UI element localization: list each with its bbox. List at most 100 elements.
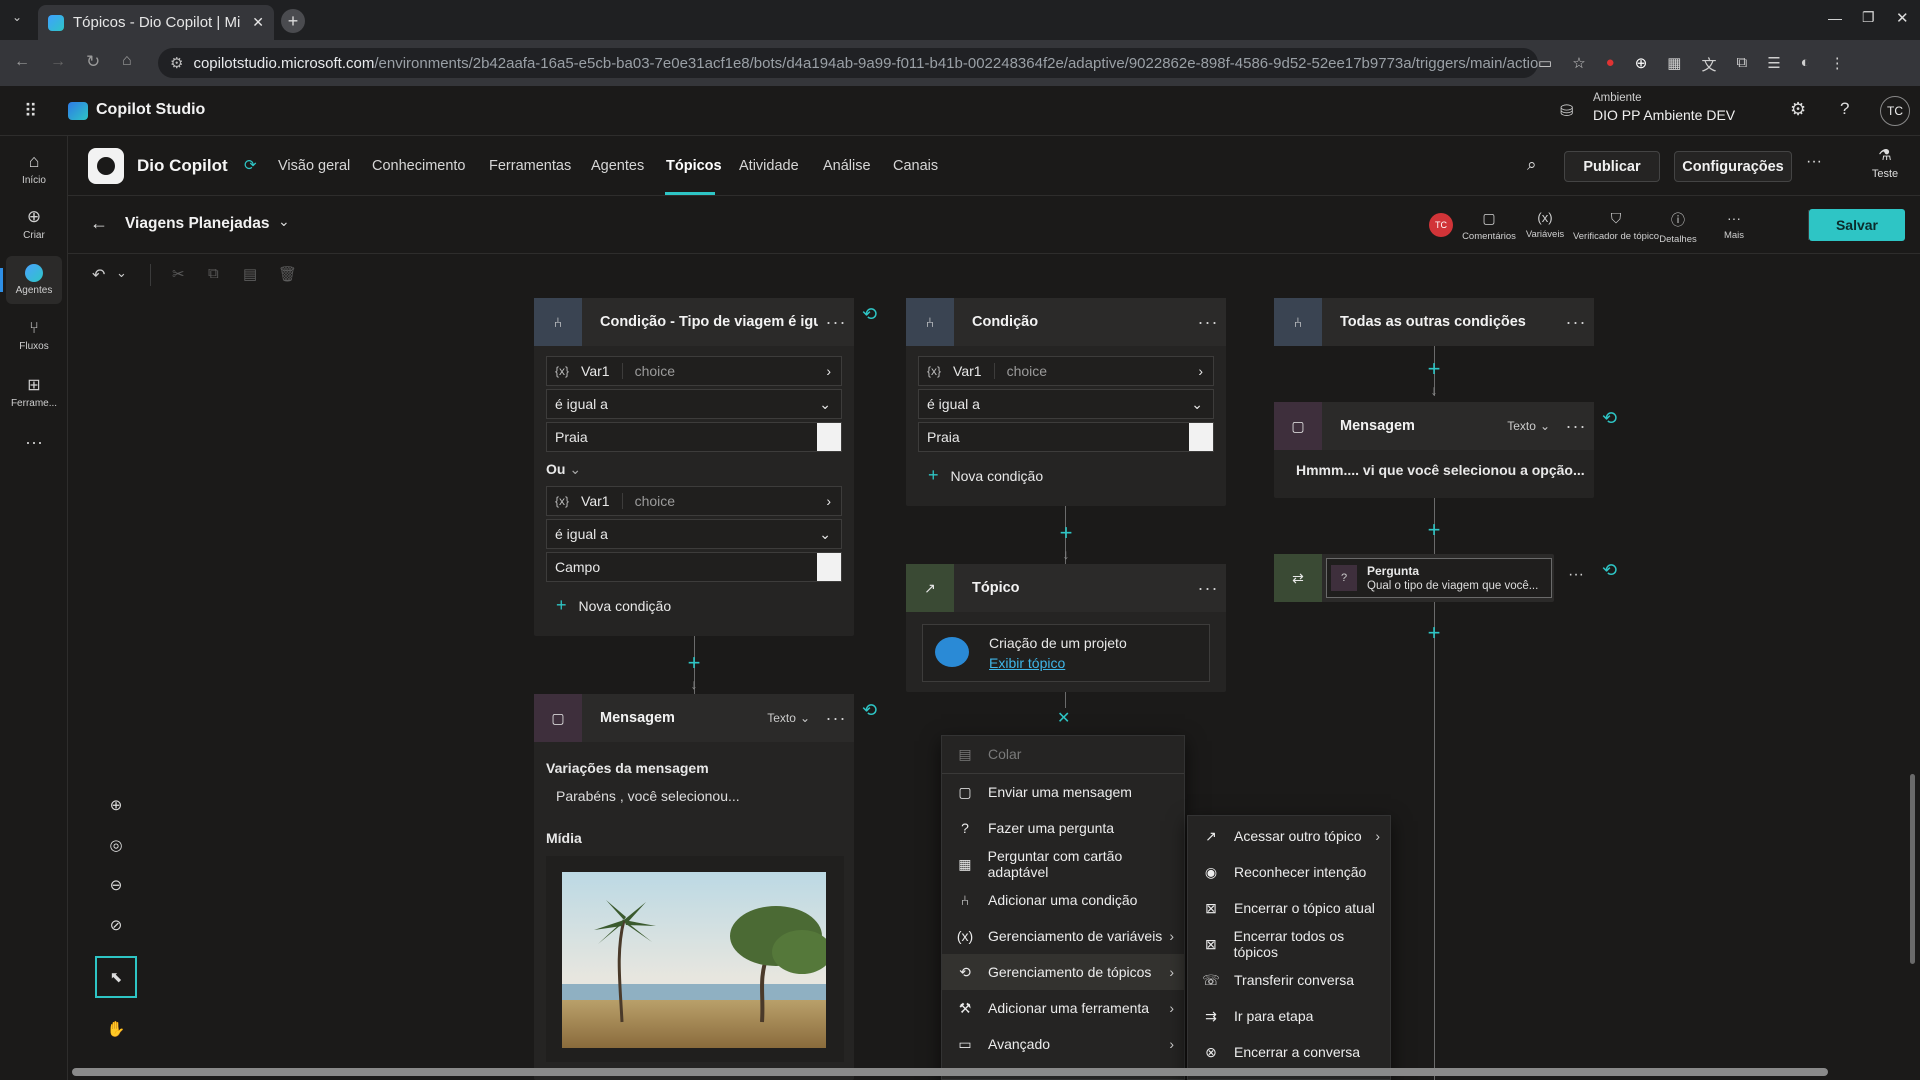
profile-icon[interactable]: ◐ <box>1801 54 1810 75</box>
topic-redirect-node[interactable]: ↗ Tópico ··· Criação de um projeto Exibi… <box>906 564 1226 692</box>
comments-button[interactable]: ▢ Comentários <box>1457 210 1521 242</box>
nav-canais[interactable]: Canais <box>893 136 938 196</box>
new-condition-button[interactable]: + Nova condição <box>556 595 671 616</box>
topic-name[interactable]: Viagens Planejadas <box>125 215 269 233</box>
zoom-in-icon[interactable]: ⊕ <box>110 796 123 814</box>
node-menu-icon[interactable]: ··· <box>1568 566 1584 584</box>
settings-button[interactable]: Configurações <box>1674 151 1792 182</box>
value-picker-button[interactable] <box>1189 423 1213 451</box>
chevron-down-icon[interactable]: ⌄ <box>800 711 818 725</box>
nav-conhecimento[interactable]: Conhecimento <box>372 136 466 196</box>
chevron-down-icon[interactable]: ⌄ <box>1540 419 1558 433</box>
more-button[interactable]: ··· Mais <box>1702 210 1766 241</box>
history-icon[interactable]: ⟲ <box>862 304 877 325</box>
media-card[interactable] <box>546 856 844 1062</box>
node-menu-icon[interactable]: ··· <box>818 708 854 729</box>
help-icon[interactable]: ? <box>1840 99 1849 119</box>
view-topic-link[interactable]: Exibir tópico <box>989 655 1065 671</box>
submenu-item-end-all-topics[interactable]: ⊠ Encerrar todos os tópicos <box>1188 926 1390 962</box>
zoom-out-icon[interactable]: ⊖ <box>110 876 123 894</box>
node-menu-icon[interactable]: ··· <box>1558 416 1594 437</box>
close-window-icon[interactable]: ✕ <box>1896 9 1909 27</box>
menu-item-ask-question[interactable]: ? Fazer uma pergunta <box>942 810 1184 846</box>
extension-green-icon[interactable]: ⊕ <box>1635 54 1648 75</box>
menu-item-add-condition[interactable]: ⑃ Adicionar uma condição <box>942 882 1184 918</box>
extension-gray-icon[interactable]: ▦ <box>1667 54 1681 75</box>
browser-menu-icon[interactable]: ⋮ <box>1830 54 1845 75</box>
submenu-item-end-conversation[interactable]: ⊗ Encerrar a conversa <box>1188 1034 1390 1070</box>
restore-icon[interactable]: ❐ <box>1862 9 1875 26</box>
rail-item-agentes[interactable]: Agentes <box>6 256 62 304</box>
reading-list-icon[interactable]: ☰ <box>1767 54 1780 75</box>
node-menu-icon[interactable]: ··· <box>818 312 854 333</box>
menu-item-add-tool[interactable]: ⚒ Adicionar uma ferramenta › <box>942 990 1184 1026</box>
submenu-item-end-current-topic[interactable]: ⊠ Encerrar o tópico atual <box>1188 890 1390 926</box>
variable-field-2[interactable]: {x} Var1 choice › <box>546 486 842 516</box>
extension-red-icon[interactable]: ● <box>1606 54 1615 75</box>
history-icon[interactable]: ⟲ <box>1602 560 1617 581</box>
submenu-item-recognize-intent[interactable]: ◉ Reconhecer intenção <box>1188 854 1390 890</box>
history-icon[interactable]: ⟲ <box>1602 408 1617 429</box>
nav-topicos[interactable]: Tópicos <box>666 136 722 196</box>
copy-icon[interactable]: ⧉ <box>208 265 219 282</box>
back-icon[interactable]: ← <box>14 53 30 71</box>
back-arrow-icon[interactable]: ← <box>90 213 108 234</box>
message-node-1[interactable]: ▢ Mensagem Texto ⌄ ··· Variações da mens… <box>534 694 854 1080</box>
vertical-scrollbar[interactable] <box>1910 774 1915 964</box>
add-node-plus-icon[interactable]: + <box>1423 519 1445 541</box>
condition-node-2[interactable]: ⑃ Condição ··· {x} Var1 choice › é igual… <box>906 298 1226 506</box>
message-variation[interactable]: Parabéns , você selecionou... <box>556 788 740 804</box>
rail-item-fluxos[interactable]: ⑂ Fluxos <box>6 312 62 360</box>
paste-icon[interactable]: ▤ <box>243 265 257 283</box>
value-picker-button[interactable] <box>817 553 841 581</box>
rail-item-ferramentas[interactable]: ⊞ Ferrame... <box>6 368 62 416</box>
nav-atividade[interactable]: Atividade <box>739 136 799 196</box>
node-menu-icon[interactable]: ··· <box>1190 578 1226 599</box>
history-icon[interactable]: ⟲ <box>862 700 877 721</box>
bookmark-star-icon[interactable]: ☆ <box>1572 54 1585 75</box>
menu-item-topic-management[interactable]: ⟲ Gerenciamento de tópicos › <box>942 954 1184 990</box>
submenu-item-go-to-step[interactable]: ⇉ Ir para etapa <box>1188 998 1390 1034</box>
condition-node-1[interactable]: ⑃ Condição - Tipo de viagem é igu... ···… <box>534 298 854 636</box>
screenshot-icon[interactable]: ▭ <box>1538 54 1552 75</box>
test-button[interactable]: ⚗ Teste <box>1860 146 1910 180</box>
undo-icon[interactable]: ↶ <box>92 265 105 285</box>
nav-analise[interactable]: Análise <box>823 136 871 196</box>
rail-item-criar[interactable]: ⊕ Criar <box>6 200 62 248</box>
variable-field[interactable]: {x} Var1 choice › <box>546 356 842 386</box>
variable-field[interactable]: {x} Var1 choice › <box>918 356 1214 386</box>
new-tab-icon[interactable]: + <box>281 9 305 33</box>
extension-translate-icon[interactable]: 文 <box>1701 54 1716 75</box>
authoring-canvas[interactable]: ⊕ ◎ ⊖ ⊘ ⬉ ✋ ⑃ Condição - Tipo de viagem … <box>68 298 1920 1080</box>
submenu-item-go-to-topic[interactable]: ↗ Acessar outro tópico › <box>1188 818 1390 854</box>
recenter-icon[interactable]: ◎ <box>109 836 122 854</box>
details-button[interactable]: ⓘ Detalhes <box>1646 210 1710 245</box>
address-bar[interactable]: ⚙ copilotstudio.microsoft.com/environmen… <box>158 48 1538 78</box>
forward-icon[interactable]: → <box>50 53 66 71</box>
menu-item-paste[interactable]: ▤ Colar <box>942 736 1184 772</box>
topic-checker-button[interactable]: ⛉ Verificador de tópico <box>1573 210 1659 242</box>
value-input[interactable]: Praia <box>546 422 842 452</box>
save-button[interactable]: Salvar <box>1809 209 1905 241</box>
delete-icon[interactable]: 🗑 <box>278 265 297 283</box>
search-icon[interactable]: ⌕ <box>1527 155 1537 175</box>
message-text[interactable]: Hmmm.... vi que você selecionou a opção.… <box>1296 462 1585 478</box>
value-input[interactable]: Praia <box>918 422 1214 452</box>
rail-more-button[interactable]: ··· <box>6 418 62 466</box>
horizontal-scrollbar[interactable] <box>72 1068 1828 1076</box>
value-input-2[interactable]: Campo <box>546 552 842 582</box>
tab-search-icon[interactable]: ⌄ <box>12 10 22 24</box>
close-menu-icon[interactable]: ✕ <box>1057 708 1070 728</box>
undo-dropdown-icon[interactable]: ⌄ <box>116 265 127 281</box>
operator-select[interactable]: é igual a ⌄ <box>546 389 842 419</box>
rail-item-inicio[interactable]: ⌂ Início <box>6 144 62 192</box>
operator-select[interactable]: é igual a ⌄ <box>918 389 1214 419</box>
menu-item-advanced[interactable]: ▭ Avançado › <box>942 1026 1184 1062</box>
message-mode[interactable]: Texto <box>1507 419 1540 433</box>
select-tool-icon[interactable]: ⬉ <box>95 956 137 998</box>
pan-hand-icon[interactable]: ✋ <box>107 1020 126 1038</box>
environment-name[interactable]: DIO PP Ambiente DEV <box>1593 107 1735 123</box>
menu-item-adaptive-card[interactable]: ▦ Perguntar com cartão adaptável <box>942 846 1184 882</box>
browser-tab[interactable]: Tópicos - Dio Copilot | Mi ✕ <box>38 5 274 40</box>
new-condition-button[interactable]: + Nova condição <box>928 465 1043 486</box>
